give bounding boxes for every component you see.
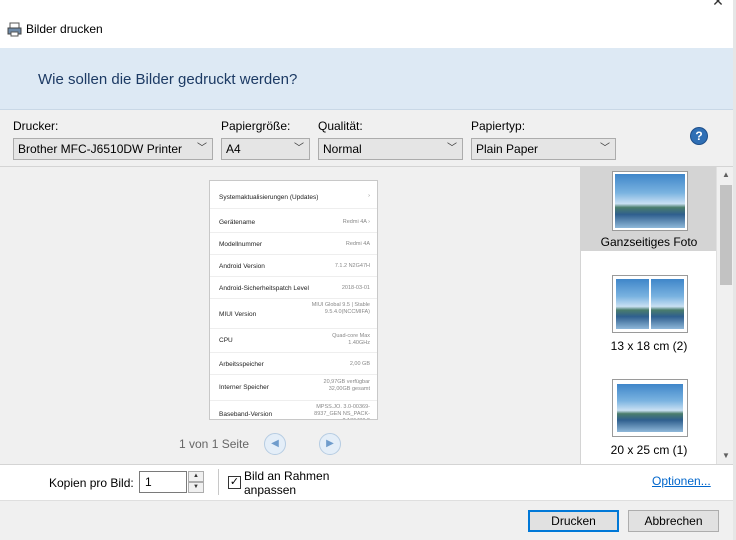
list-item: Android Version 7.1.2 N2G47H xyxy=(210,255,377,277)
chevron-down-icon: ﹀ xyxy=(294,143,304,154)
scrollbar-thumb[interactable] xyxy=(720,185,732,285)
list-item: Gerätename Redmi 4A › xyxy=(210,211,377,233)
layout-scrollbar[interactable]: ▲ ▼ xyxy=(716,167,734,464)
layout-thumbnail xyxy=(612,171,688,231)
list-item: Interner Speicher 20,97GB verfügbar 32,0… xyxy=(210,375,377,401)
list-item: Android-Sicherheitspatch Level 2018-03-0… xyxy=(210,277,377,299)
print-preview: Systemaktualisierungen (Updates) › Gerät… xyxy=(0,167,580,464)
paper-type-value: Plain Paper xyxy=(476,142,539,156)
layout-thumbnail xyxy=(612,379,688,437)
paper-type-select[interactable]: Plain Paper ﹀ xyxy=(471,138,616,160)
paper-type-label: Papiertyp: xyxy=(471,119,526,133)
increment-button[interactable]: ▲ xyxy=(188,471,204,482)
layout-thumbnail xyxy=(612,275,688,333)
list-item: Baseband-Version MPSS.JO. 3.0-00369-8937… xyxy=(219,404,370,419)
paper-size-value: A4 xyxy=(226,142,241,156)
print-settings-bar: Drucker: Brother MFC-J6510DW Printer ﹀ P… xyxy=(0,110,734,167)
photo-thumbnail xyxy=(615,174,685,228)
printer-select[interactable]: Brother MFC-J6510DW Printer ﹀ xyxy=(13,138,213,160)
layout-label: Ganzseitiges Foto xyxy=(600,235,698,249)
printer-icon xyxy=(7,22,22,37)
cancel-button[interactable]: Abbrechen xyxy=(628,510,719,532)
layout-full-page[interactable]: Ganzseitiges Foto xyxy=(581,167,717,251)
photo-thumbnail xyxy=(651,279,684,329)
photo-thumbnail xyxy=(617,384,683,432)
next-page-button[interactable]: ▶ xyxy=(319,433,341,455)
layout-list: Ganzseitiges Foto 13 x 18 cm (2) 20 x 25… xyxy=(580,167,734,464)
paper-size-label: Papiergröße: xyxy=(221,119,291,133)
quality-value: Normal xyxy=(323,142,362,156)
divider xyxy=(218,469,219,495)
dialog-header: Wie sollen die Bilder gedruckt werden? xyxy=(0,48,734,110)
list-item: CPU Quad-core Max 1.40GHz xyxy=(210,329,377,353)
arrow-left-icon: ◀ xyxy=(271,438,279,449)
page-counter: 1 von 1 Seite xyxy=(179,437,250,451)
options-link[interactable]: Optionen... xyxy=(652,474,711,488)
preview-page: Systemaktualisierungen (Updates) › Gerät… xyxy=(209,180,378,420)
chevron-down-icon: ﹀ xyxy=(447,143,457,154)
copies-label: Kopien pro Bild: xyxy=(49,476,134,490)
copies-input[interactable]: 1 xyxy=(139,471,187,493)
copies-bar: Kopien pro Bild: 1 ▲ ▼ ✓ Bild an Rahmen … xyxy=(0,464,734,500)
printer-value: Brother MFC-J6510DW Printer xyxy=(18,142,183,156)
dialog-heading: Wie sollen die Bilder gedruckt werden? xyxy=(38,71,298,88)
previous-page-button[interactable]: ◀ xyxy=(264,433,286,455)
title-bar: Bilder drucken ✕ xyxy=(0,0,736,48)
arrow-right-icon: ▶ xyxy=(326,438,334,449)
quality-select[interactable]: Normal ﹀ xyxy=(318,138,463,160)
decrement-button[interactable]: ▼ xyxy=(188,482,204,493)
help-icon[interactable]: ? xyxy=(690,127,708,145)
list-item: MIUI Version MIUI Global 9.5 | Stable 9.… xyxy=(210,299,377,329)
list-item: Systemaktualisierungen (Updates) › xyxy=(210,185,377,209)
paper-size-select[interactable]: A4 ﹀ xyxy=(221,138,310,160)
layout-label: 20 x 25 cm (1) xyxy=(610,443,688,457)
chevron-down-icon: ﹀ xyxy=(197,143,207,154)
print-button[interactable]: Drucken xyxy=(528,510,619,532)
list-item: Modellnummer Redmi 4A xyxy=(210,233,377,255)
list-item: Arbeitsspeicher 2,00 GB xyxy=(210,353,377,375)
dialog-footer: Drucken Abbrechen xyxy=(0,500,734,540)
fit-frame-checkbox[interactable]: ✓ xyxy=(228,476,241,489)
fit-frame-label: Bild an Rahmen anpassen xyxy=(244,469,330,497)
photo-thumbnail xyxy=(616,279,649,329)
layout-label: 13 x 18 cm (2) xyxy=(610,339,688,353)
window-title: Bilder drucken xyxy=(26,22,103,36)
quality-label: Qualität: xyxy=(318,119,363,133)
chevron-down-icon: ﹀ xyxy=(600,143,610,154)
layout-20x25[interactable]: 20 x 25 cm (1) xyxy=(581,375,717,461)
close-icon[interactable]: ✕ xyxy=(708,0,728,8)
layout-13x18[interactable]: 13 x 18 cm (2) xyxy=(581,271,717,357)
printer-label: Drucker: xyxy=(13,119,59,133)
